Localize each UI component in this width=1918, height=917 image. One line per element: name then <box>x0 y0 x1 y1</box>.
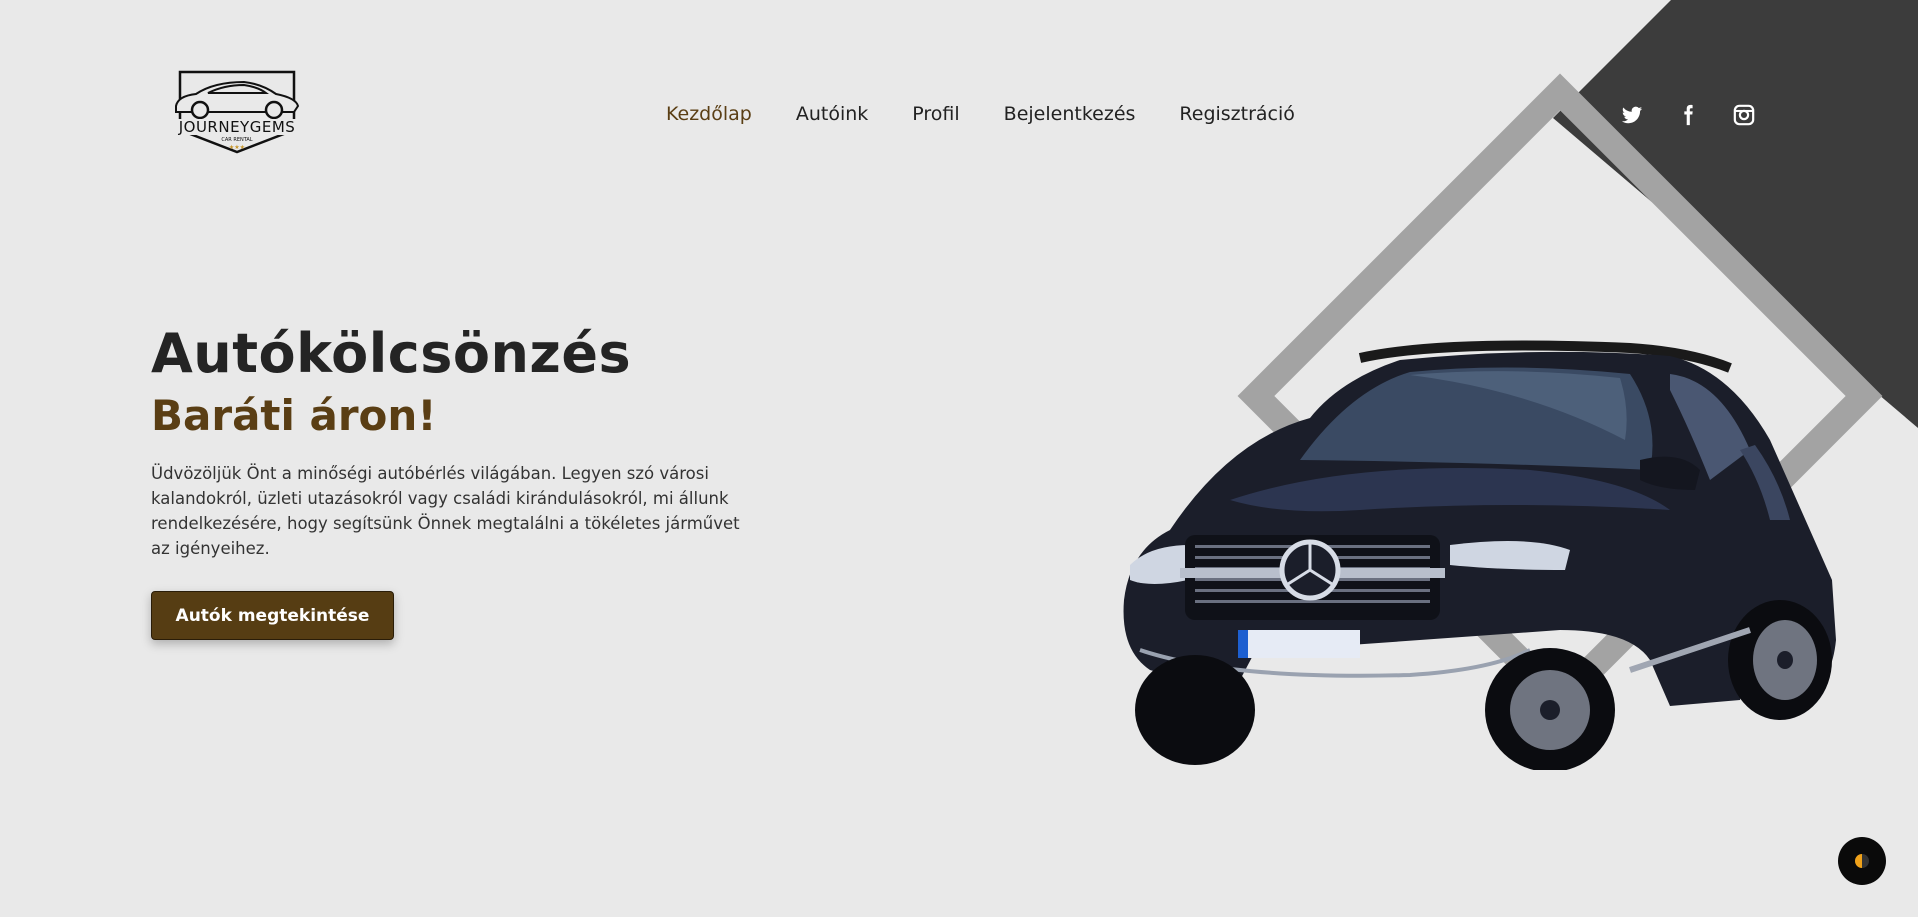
hero-description: Üdvözöljük Önt a minőségi autóbérlés vil… <box>151 464 740 558</box>
nav-item-profile[interactable]: Profil <box>912 103 959 125</box>
nav-item-login[interactable]: Bejelentkezés <box>1004 103 1136 125</box>
logo-text: JOURNEYGEMS <box>178 118 296 136</box>
nav-item-cars[interactable]: Autóink <box>796 103 868 125</box>
hero-subtitle: Baráti áron! <box>151 391 437 440</box>
nav-item-register[interactable]: Regisztráció <box>1179 103 1295 125</box>
nav-item-home[interactable]: Kezdőlap <box>666 103 752 125</box>
twitter-icon[interactable] <box>1621 104 1643 126</box>
social-links <box>1621 104 1755 126</box>
hero-title: Autókölcsönzés <box>151 322 632 385</box>
svg-text:★★★: ★★★ <box>229 144 245 151</box>
logo-subtext: CAR RENTAL <box>221 137 252 143</box>
theme-toggle-button[interactable] <box>1838 837 1886 885</box>
car-image <box>1123 340 1836 770</box>
facebook-icon[interactable] <box>1677 104 1699 126</box>
view-cars-button[interactable]: Autók megtekintése <box>151 591 394 640</box>
instagram-icon[interactable] <box>1733 104 1755 126</box>
theme-toggle-icon <box>1855 854 1869 868</box>
main-nav: Kezdőlap Autóink Profil Bejelentkezés Re… <box>666 103 1295 125</box>
journeygems-logo[interactable]: JOURNEYGEMS CAR RENTAL ★★★ <box>166 68 308 156</box>
